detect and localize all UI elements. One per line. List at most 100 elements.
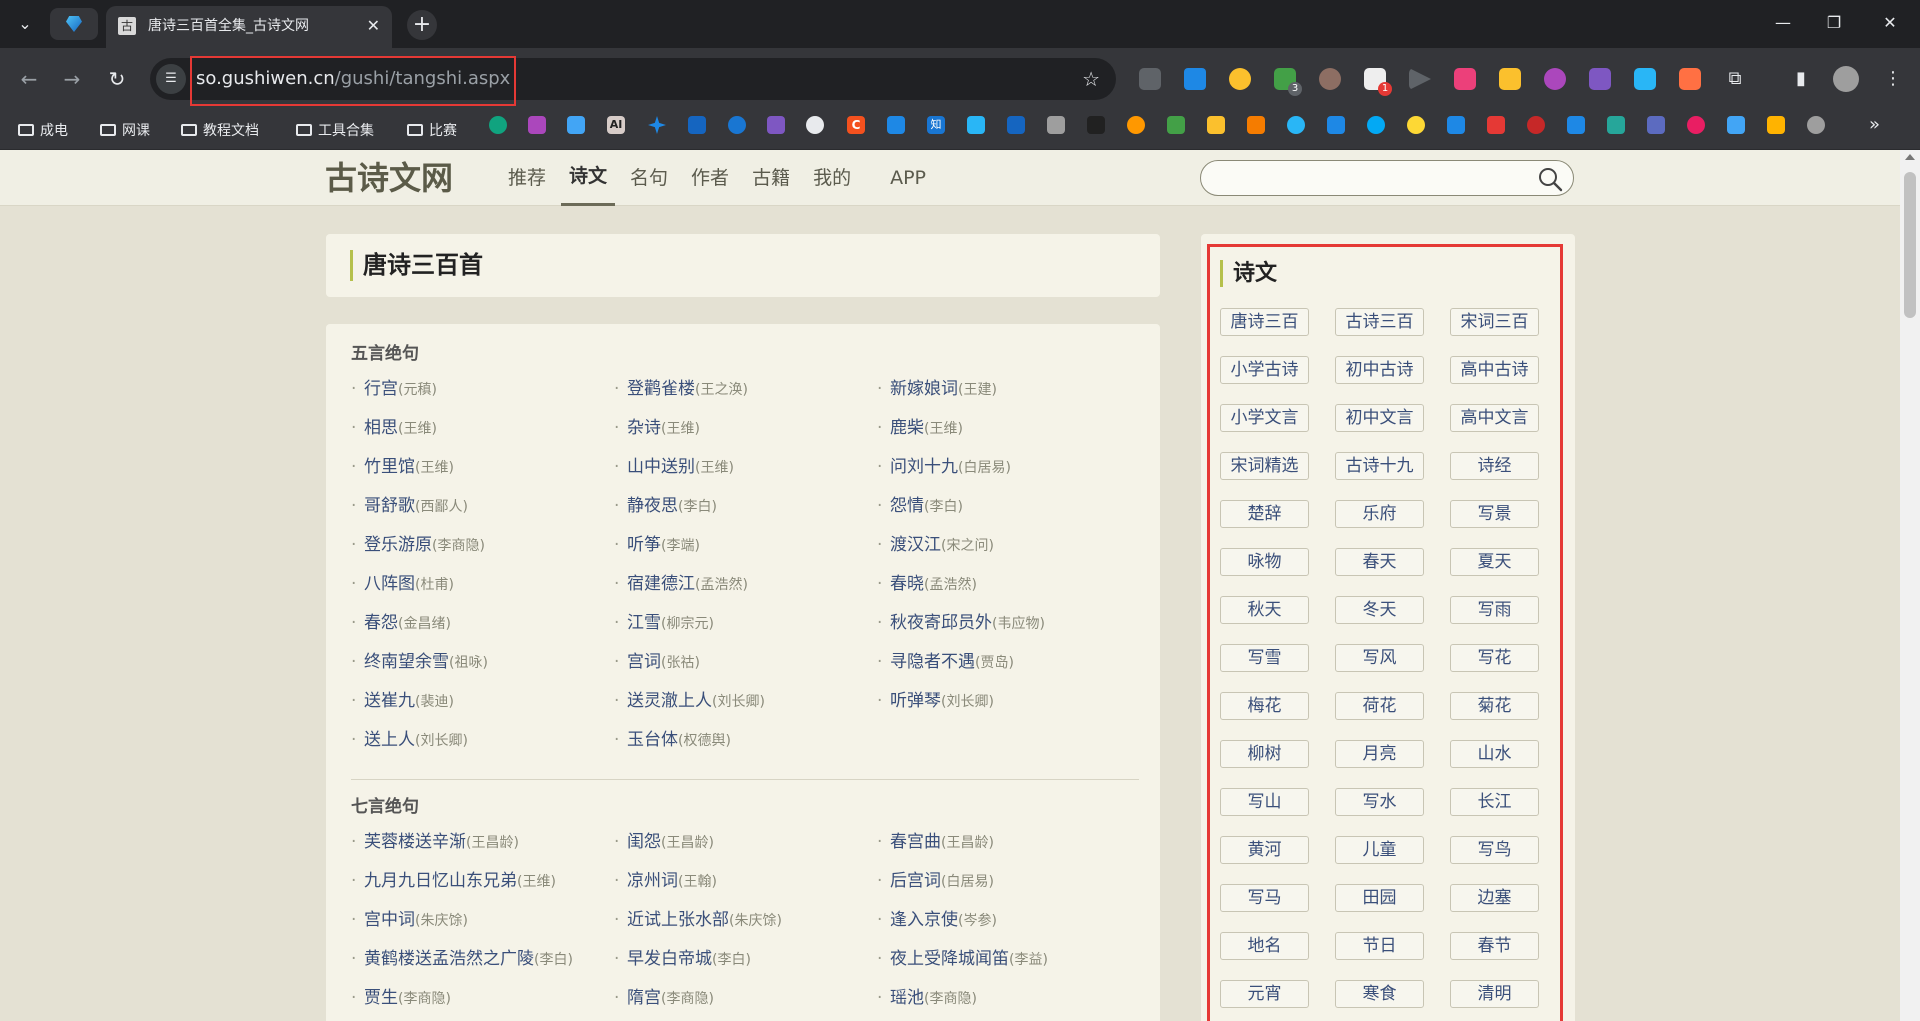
category-tag[interactable]: 地名 [1220, 932, 1309, 960]
extension-shield-icon[interactable]: 3 [1274, 68, 1302, 96]
category-tag[interactable]: 寒食 [1335, 980, 1424, 1008]
poem-link[interactable]: 山中送别(王维) [614, 455, 877, 494]
poem-link[interactable]: 行宫(元稹) [351, 377, 614, 416]
category-tag[interactable]: 写鸟 [1450, 836, 1539, 864]
poem-link[interactable]: 杂诗(王维) [614, 416, 877, 455]
category-tag[interactable]: 唐诗三百 [1220, 308, 1309, 336]
extension-download-icon[interactable] [1499, 68, 1521, 90]
tab-close-icon[interactable]: ✕ [367, 15, 380, 37]
bookmark-infinity-icon[interactable] [1727, 116, 1745, 134]
bookmark-gold-icon[interactable] [1767, 116, 1785, 134]
site-logo[interactable]: 古诗文网 [325, 159, 453, 197]
category-tag[interactable]: 写雪 [1220, 644, 1309, 672]
category-tag[interactable]: 写景 [1450, 500, 1539, 528]
forward-icon[interactable]: → [57, 64, 87, 94]
bookmark-image-icon[interactable] [1047, 116, 1065, 134]
poem-link[interactable]: 近试上张水部(朱庆馀) [614, 908, 877, 947]
poem-link[interactable]: 八阵图(杜甫) [351, 572, 614, 611]
poem-link[interactable]: 送灵澈上人(刘长卿) [614, 689, 877, 728]
category-tag[interactable]: 清明 [1450, 980, 1539, 1008]
category-tag[interactable]: 黄河 [1220, 836, 1309, 864]
category-tag[interactable]: 长江 [1450, 788, 1539, 816]
bookmark-folder[interactable]: 工具合集 [296, 118, 374, 142]
poem-link[interactable]: 相思(王维) [351, 416, 614, 455]
category-tag[interactable]: 山水 [1450, 740, 1539, 768]
bookmark-copilot2-icon[interactable] [567, 116, 585, 134]
poem-link[interactable]: 玉台体(权德舆) [614, 728, 877, 767]
category-tag[interactable]: 诗经 [1450, 452, 1539, 480]
bookmark-cloud-icon[interactable] [1287, 116, 1305, 134]
search-icon[interactable] [1537, 166, 1563, 192]
bookmark-edge-icon[interactable] [728, 116, 746, 134]
category-tag[interactable]: 春天 [1335, 548, 1424, 576]
category-tag[interactable]: 田园 [1335, 884, 1424, 912]
bookmark-juejin-icon[interactable] [887, 116, 905, 134]
bookmark-anthropic-icon[interactable]: AI [607, 116, 625, 134]
poem-link[interactable]: 贾生(李商隐) [351, 986, 614, 1021]
extension-purple-icon[interactable] [1544, 68, 1566, 90]
poem-link[interactable]: 春宫曲(王昌龄) [877, 830, 1139, 869]
bookmark-github-icon[interactable] [806, 116, 824, 134]
side-panel-icon[interactable]: ▮ [1788, 66, 1814, 92]
poem-link[interactable]: 后宫词(白居易) [877, 869, 1139, 908]
poem-link[interactable]: 春怨(金昌绪) [351, 611, 614, 650]
category-tag[interactable]: 菊花 [1450, 692, 1539, 720]
back-icon[interactable]: ← [14, 64, 44, 94]
category-tag[interactable]: 梅花 [1220, 692, 1309, 720]
poem-link[interactable]: 宫词(张祜) [614, 650, 877, 689]
bookmark-bird-icon[interactable] [1367, 116, 1385, 134]
bookmark-vscode-icon[interactable] [1447, 116, 1465, 134]
category-tag[interactable]: 边塞 [1450, 884, 1539, 912]
category-tag[interactable]: 节日 [1335, 932, 1424, 960]
nav-item-poems[interactable]: 诗文 [561, 150, 616, 206]
poem-link[interactable]: 哥舒歌(西鄙人) [351, 494, 614, 533]
bookmark-orange-icon[interactable] [1127, 116, 1145, 134]
extension-gem-icon[interactable] [1184, 68, 1206, 90]
bookmark-teal-icon[interactable] [1607, 116, 1625, 134]
address-bar[interactable]: ☰ so.gushiwen.cn/gushi/tangshi.aspx ☆ [150, 56, 1116, 106]
poem-link[interactable]: 芙蓉楼送辛渐(王昌龄) [351, 830, 614, 869]
bookmark-baidu-icon[interactable] [1007, 116, 1025, 134]
category-tag[interactable]: 古诗三百 [1335, 308, 1424, 336]
site-info-icon[interactable]: ☰ [156, 64, 186, 94]
profile-avatar[interactable] [1833, 66, 1859, 92]
category-tag[interactable]: 小学古诗 [1220, 356, 1309, 384]
poem-link[interactable]: 春晓(孟浩然) [877, 572, 1139, 611]
close-window-icon[interactable]: ✕ [1876, 10, 1904, 36]
extension-tv-icon[interactable] [1454, 68, 1476, 90]
poem-link[interactable]: 闺怨(王昌龄) [614, 830, 877, 869]
poem-link[interactable]: 宫中词(朱庆馀) [351, 908, 614, 947]
category-tag[interactable]: 儿童 [1335, 836, 1424, 864]
bookmark-folder[interactable]: 比赛 [407, 118, 457, 142]
bookmark-chatgpt-icon[interactable] [489, 116, 507, 134]
bookmark-zhihu-icon[interactable]: 知 [927, 116, 945, 134]
extension-owl-icon[interactable] [1319, 68, 1341, 90]
bookmark-copilot-icon[interactable] [528, 116, 546, 134]
scroll-up-icon[interactable] [1905, 154, 1915, 160]
bookmark-douyin-icon[interactable] [1087, 116, 1105, 134]
category-tag[interactable]: 咏物 [1220, 548, 1309, 576]
bookmark-globe-icon[interactable] [1807, 116, 1825, 134]
poem-link[interactable]: 新嫁娘词(王建) [877, 377, 1139, 416]
poem-link[interactable]: 逢入京使(岑参) [877, 908, 1139, 947]
poem-link[interactable]: 渡汉江(宋之问) [877, 533, 1139, 572]
category-tag[interactable]: 夏天 [1450, 548, 1539, 576]
poem-link[interactable]: 黄鹤楼送孟浩然之广陵(李白) [351, 947, 614, 986]
poem-link[interactable]: 秋夜寄邱员外(韦应物) [877, 611, 1139, 650]
category-tag[interactable]: 写风 [1335, 644, 1424, 672]
poem-link[interactable]: 听弹琴(刘长卿) [877, 689, 1139, 728]
bookmark-hex-icon[interactable] [1327, 116, 1345, 134]
category-tag[interactable]: 写马 [1220, 884, 1309, 912]
bookmark-gmail-icon[interactable] [1487, 116, 1505, 134]
category-tag[interactable]: 春节 [1450, 932, 1539, 960]
category-tag[interactable]: 小学文言 [1220, 404, 1309, 432]
category-tag[interactable]: 高中古诗 [1450, 356, 1539, 384]
bookmark-folder[interactable]: 网课 [100, 118, 150, 142]
minimize-icon[interactable]: — [1769, 10, 1797, 36]
poem-link[interactable]: 凉州词(王翰) [614, 869, 877, 908]
category-tag[interactable]: 写山 [1220, 788, 1309, 816]
bookmark-blue-icon[interactable] [688, 116, 706, 134]
bookmark-indigo-icon[interactable] [1647, 116, 1665, 134]
bookmark-csdn-icon[interactable]: C [847, 116, 865, 134]
scroll-thumb[interactable] [1904, 172, 1916, 318]
